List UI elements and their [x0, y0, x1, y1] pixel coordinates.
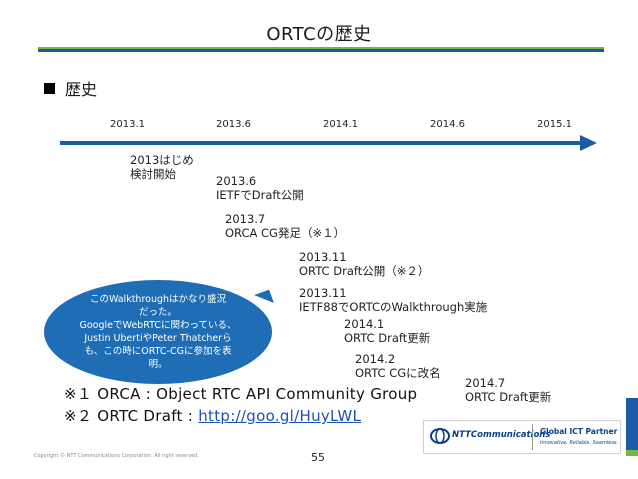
timeline-event: 2013はじめ 検討開始: [130, 153, 194, 181]
logo-divider: [532, 424, 533, 450]
timeline-event: 2014.2 ORTC CGに改名: [355, 352, 441, 380]
slide-title: ORTCの歴史: [266, 24, 372, 45]
footnote-1: ※１ ORCA : Object RTC API Community Group: [64, 383, 417, 404]
callout-line: このWalkthroughはかなり盛況: [89, 294, 227, 305]
callout-line: も、この時にORTC-CGに参加を表: [84, 346, 232, 357]
logo-tagline: Global ICT Partner: [540, 427, 618, 436]
timeline-event: 2013.11 IETF88でORTCのWalkthrough実施: [299, 286, 487, 314]
event-desc: 検討開始: [130, 167, 176, 181]
timeline-tick-2015-1: 2015.1: [537, 119, 572, 130]
event-desc: ORTC CGに改名: [355, 366, 441, 380]
footnote-mark: ※２: [64, 407, 93, 425]
footnote-text: ORTC Draft :: [97, 407, 199, 425]
timeline-event: 2014.7 ORTC Draft更新: [465, 376, 551, 404]
title-underline-blue: [38, 49, 604, 52]
event-desc: ORTC Draft更新: [344, 331, 431, 345]
event-date: 2013.7: [225, 212, 266, 226]
timeline-arrow-icon: [60, 135, 597, 151]
timeline-bar: [60, 141, 582, 145]
event-desc: ORTC Draft更新: [465, 390, 552, 404]
copyright-text: Copyright © NTT Communications Corporati…: [34, 453, 199, 459]
timeline-event: 2013.11 ORTC Draft公開（※２）: [299, 250, 429, 278]
timeline-tick-2013-1: 2013.1: [110, 119, 145, 130]
event-desc: ORCA CG発足（※１）: [225, 226, 346, 240]
logo-subtagline: Innovative. Reliable. Seamless.: [540, 440, 619, 446]
footnote-link[interactable]: http://goo.gl/HuyLWL: [198, 407, 361, 425]
timeline-event: 2014.1 ORTC Draft更新: [344, 317, 430, 345]
timeline-event: 2013.7 ORCA CG発足（※１）: [225, 212, 345, 240]
event-date: 2013.11: [299, 250, 347, 264]
timeline-event: 2013.6 IETFでDraft公開: [216, 174, 304, 202]
event-desc: ORTC Draft公開（※２）: [299, 264, 430, 278]
timeline-tick-2013-6: 2013.6: [216, 119, 251, 130]
event-desc: IETF88でORTCのWalkthrough実施: [299, 300, 488, 314]
timeline-tick-2014-6: 2014.6: [430, 119, 465, 130]
callout-line: だった。: [138, 307, 177, 318]
footnote-mark: ※１: [64, 385, 93, 403]
event-date: 2014.7: [465, 376, 506, 390]
callout-bubble: このWalkthroughはかなり盛況 だった。 GoogleでWebRTCに関…: [44, 280, 272, 384]
footnote-2: ※２ ORTC Draft : http://goo.gl/HuyLWL: [64, 405, 361, 426]
event-date: 2014.1: [344, 317, 385, 331]
event-date: 2013.11: [299, 286, 347, 300]
event-date: 2013はじめ: [130, 153, 194, 167]
logo-stripe-blue: [626, 398, 638, 450]
callout-line: Justin UbertiやPeter Thatcherら: [84, 333, 232, 344]
callout-line: 明。: [148, 359, 168, 370]
ntt-logo-icon: [430, 428, 450, 444]
section-heading-text: 歴史: [65, 80, 98, 99]
section-heading: 歴史: [44, 76, 97, 100]
logo-stripe-green: [626, 450, 638, 456]
event-date: 2014.2: [355, 352, 396, 366]
company-name: NTTCommunications: [452, 430, 551, 440]
footnote-text: ORCA : Object RTC API Community Group: [97, 385, 418, 403]
timeline-tick-2014-1: 2014.1: [323, 119, 358, 130]
event-desc: IETFでDraft公開: [216, 188, 304, 202]
page-number: 55: [311, 451, 325, 464]
square-bullet-icon: [44, 82, 55, 94]
event-date: 2013.6: [216, 174, 257, 188]
callout-line: GoogleでWebRTCに関わっている、: [79, 320, 237, 331]
arrow-head: [580, 135, 597, 151]
